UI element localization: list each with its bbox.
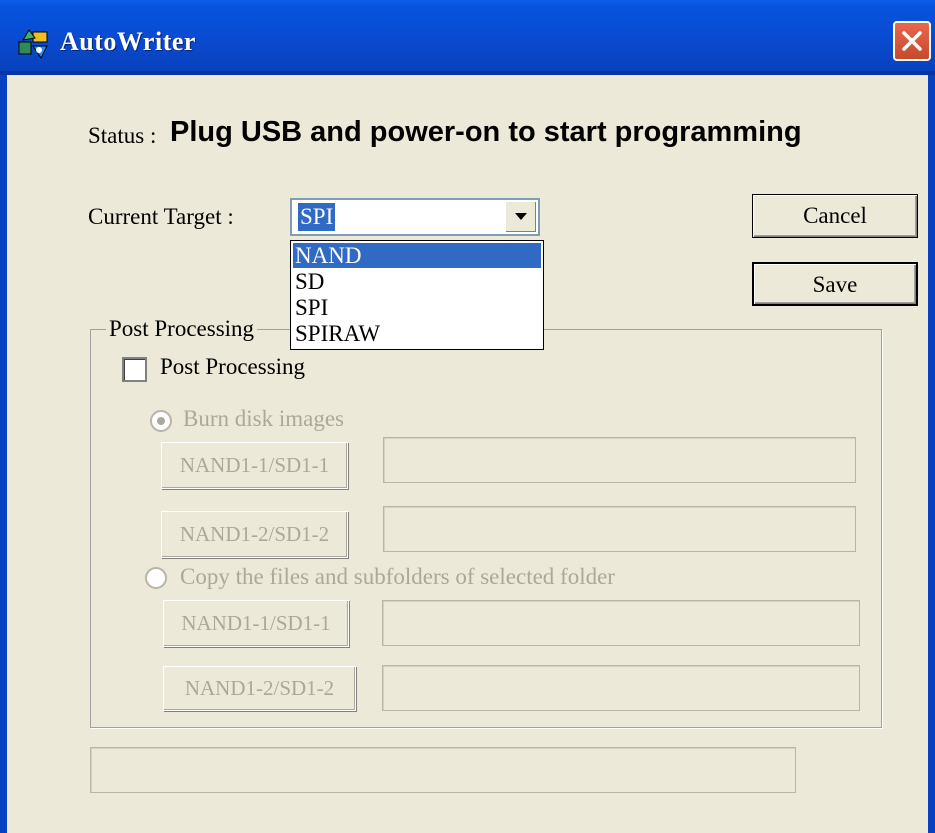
close-icon xyxy=(902,31,922,51)
dropdown-option-nand[interactable]: NAND xyxy=(293,243,541,268)
current-target-combobox[interactable]: SPI xyxy=(290,198,540,236)
burn-disk-images-label: Burn disk images xyxy=(183,406,344,431)
target-dropdown-list[interactable]: NAND SD SPI SPIRAW xyxy=(290,240,544,350)
post-processing-checkbox-label[interactable]: Post Processing xyxy=(160,354,305,380)
burn-nand1-1-sd1-1-path-field[interactable] xyxy=(383,437,856,483)
copy-folder-label: Copy the files and subfolders of selecte… xyxy=(180,564,615,589)
burn-nand1-2-sd1-2-button[interactable]: NAND1-2/SD1-2 xyxy=(161,511,348,558)
window-frame-right xyxy=(928,75,935,833)
progress-bar xyxy=(90,747,796,793)
dropdown-option-spi[interactable]: SPI xyxy=(293,295,541,320)
copy-nand1-2-sd1-2-button[interactable]: NAND1-2/SD1-2 xyxy=(163,666,356,711)
dropdown-arrow-button[interactable] xyxy=(505,202,536,232)
status-message: Plug USB and power-on to start programmi… xyxy=(170,116,802,148)
current-target-label: Current Target : xyxy=(88,204,234,229)
title-bar[interactable]: AutoWriter xyxy=(0,0,935,75)
dropdown-option-spiraw[interactable]: SPIRAW xyxy=(293,321,541,346)
save-button[interactable]: Save xyxy=(752,262,918,306)
burn-disk-images-radio[interactable] xyxy=(150,410,172,432)
burn-nand1-1-sd1-1-button[interactable]: NAND1-1/SD1-1 xyxy=(161,442,348,489)
close-button[interactable] xyxy=(893,21,931,61)
copy-folder-radio[interactable] xyxy=(145,567,167,589)
app-icon xyxy=(17,28,51,60)
copy-nand1-2-sd1-2-path-field[interactable] xyxy=(382,665,860,711)
current-target-value: SPI xyxy=(298,203,336,231)
status-label: Status : xyxy=(88,123,157,148)
post-processing-checkbox[interactable] xyxy=(122,357,147,382)
copy-nand1-1-sd1-1-button[interactable]: NAND1-1/SD1-1 xyxy=(163,600,349,647)
radio-selected-dot xyxy=(157,417,165,425)
burn-nand1-2-sd1-2-path-field[interactable] xyxy=(383,506,856,552)
window-frame-left xyxy=(0,75,7,833)
dropdown-option-sd[interactable]: SD xyxy=(293,269,541,294)
window-title: AutoWriter xyxy=(60,27,196,56)
chevron-down-icon xyxy=(515,213,527,220)
copy-nand1-1-sd1-1-path-field[interactable] xyxy=(382,600,860,646)
cancel-button[interactable]: Cancel xyxy=(752,194,918,238)
post-processing-group-title: Post Processing xyxy=(106,316,258,342)
